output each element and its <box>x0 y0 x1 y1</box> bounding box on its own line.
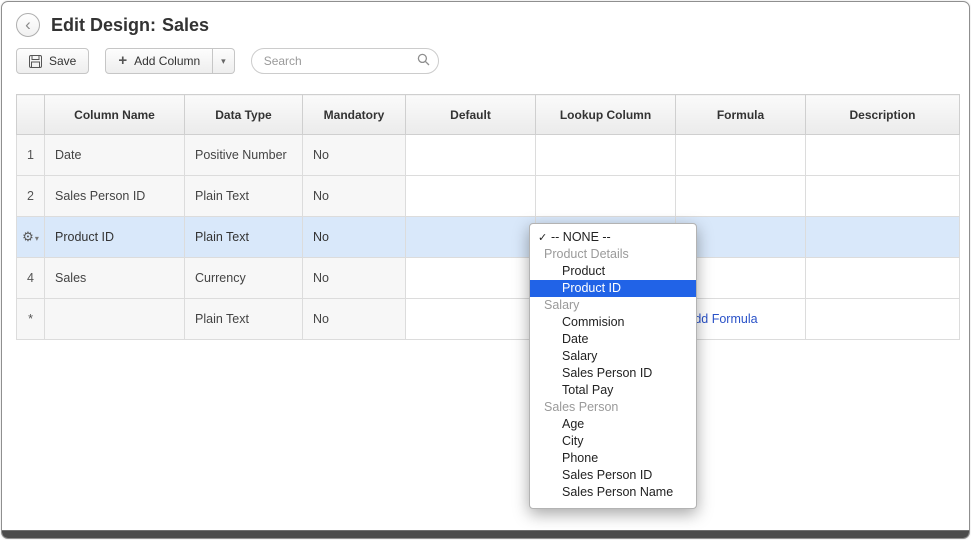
cell-default[interactable] <box>406 176 536 217</box>
search-input[interactable] <box>251 48 439 74</box>
chevron-down-icon: ▾ <box>221 56 226 67</box>
cell-description[interactable] <box>806 176 960 217</box>
page-title-form-name: Sales <box>162 15 209 35</box>
dropdown-item[interactable]: Date <box>530 331 696 348</box>
row-number: 1 <box>17 135 45 176</box>
column-header-mandatory: Mandatory <box>303 95 406 135</box>
save-button[interactable]: Save <box>16 48 89 74</box>
row-number: 4 <box>17 258 45 299</box>
dropdown-item-none[interactable]: ✓-- NONE -- <box>530 229 696 246</box>
gear-icon: ⚙ <box>22 229 34 244</box>
column-header-formula: Formula <box>676 95 806 135</box>
page-header: ‹ Edit Design: Sales <box>2 2 969 41</box>
page-title: Edit Design: Sales <box>51 15 209 36</box>
cell-data-type[interactable]: Plain Text <box>185 299 303 340</box>
cell-mandatory[interactable]: No <box>303 176 406 217</box>
search-box <box>251 48 439 74</box>
cell-formula[interactable] <box>676 176 806 217</box>
cell-description[interactable] <box>806 217 960 258</box>
dropdown-item[interactable]: Total Pay <box>530 382 696 399</box>
cell-data-type[interactable]: Plain Text <box>185 176 303 217</box>
column-header-rownum <box>17 95 45 135</box>
window-bottom-edge <box>2 530 969 538</box>
chevron-down-icon: ▾ <box>35 234 39 243</box>
save-icon <box>29 55 42 68</box>
dropdown-item[interactable]: City <box>530 433 696 450</box>
dropdown-item[interactable]: Sales Person ID <box>530 365 696 382</box>
app-window: ‹ Edit Design: Sales Save + Add Column ▾ <box>1 1 970 539</box>
column-header-name: Column Name <box>45 95 185 135</box>
add-column-menu-button[interactable]: ▾ <box>213 48 235 74</box>
cell-description[interactable] <box>806 135 960 176</box>
row-actions[interactable]: ⚙▾ <box>17 217 45 258</box>
cell-column-name[interactable]: Sales Person ID <box>45 176 185 217</box>
cell-default[interactable] <box>406 299 536 340</box>
dropdown-item[interactable]: Sales Person ID <box>530 467 696 484</box>
cell-default[interactable] <box>406 258 536 299</box>
back-button[interactable]: ‹ <box>16 13 40 37</box>
dropdown-item[interactable]: Age <box>530 416 696 433</box>
row-number: * <box>17 299 45 340</box>
dropdown-item-label: -- NONE -- <box>551 230 611 244</box>
cell-description[interactable] <box>806 258 960 299</box>
cell-mandatory[interactable]: No <box>303 217 406 258</box>
dropdown-item[interactable]: Product <box>530 263 696 280</box>
table-row: 4 Sales Currency No <box>17 258 960 299</box>
cell-lookup[interactable] <box>536 176 676 217</box>
check-icon: ✓ <box>538 230 551 247</box>
dropdown-item-selected[interactable]: Product ID <box>530 280 696 297</box>
column-header-description: Description <box>806 95 960 135</box>
table-row: 1 Date Positive Number No <box>17 135 960 176</box>
cell-column-name[interactable] <box>45 299 185 340</box>
cell-data-type[interactable]: Currency <box>185 258 303 299</box>
lookup-column-dropdown: ✓-- NONE -- Product Details Product Prod… <box>529 223 697 509</box>
page-title-prefix: Edit Design: <box>51 15 156 35</box>
cell-mandatory[interactable]: No <box>303 135 406 176</box>
dropdown-group-header: Sales Person <box>530 399 696 416</box>
cell-data-type[interactable]: Positive Number <box>185 135 303 176</box>
cell-default[interactable] <box>406 135 536 176</box>
row-number: 2 <box>17 176 45 217</box>
dropdown-group-header: Product Details <box>530 246 696 263</box>
dropdown-item[interactable]: Salary <box>530 348 696 365</box>
cell-formula[interactable] <box>676 135 806 176</box>
cell-mandatory[interactable]: No <box>303 258 406 299</box>
cell-data-type[interactable]: Plain Text <box>185 217 303 258</box>
table-header-row: Column Name Data Type Mandatory Default … <box>17 95 960 135</box>
table-row-selected: ⚙▾ Product ID Plain Text No <box>17 217 960 258</box>
cell-lookup[interactable] <box>536 135 676 176</box>
dropdown-group-header: Salary <box>530 297 696 314</box>
column-header-default: Default <box>406 95 536 135</box>
toolbar: Save + Add Column ▾ <box>2 41 969 84</box>
plus-icon: + <box>118 56 127 66</box>
cell-default[interactable] <box>406 217 536 258</box>
cell-mandatory[interactable]: No <box>303 299 406 340</box>
column-header-lookup: Lookup Column <box>536 95 676 135</box>
design-table: Column Name Data Type Mandatory Default … <box>16 94 960 340</box>
table-row-new: * Plain Text No Add Formula <box>17 299 960 340</box>
cell-column-name[interactable]: Product ID <box>45 217 185 258</box>
cell-column-name[interactable]: Date <box>45 135 185 176</box>
dropdown-item[interactable]: Phone <box>530 450 696 467</box>
add-column-button[interactable]: + Add Column <box>105 48 213 74</box>
column-header-datatype: Data Type <box>185 95 303 135</box>
add-column-button-label: Add Column <box>134 54 200 68</box>
add-column-split-button: + Add Column ▾ <box>105 48 234 74</box>
table-row: 2 Sales Person ID Plain Text No <box>17 176 960 217</box>
search-icon <box>417 53 430 66</box>
cell-description[interactable] <box>806 299 960 340</box>
save-button-label: Save <box>49 54 76 68</box>
dropdown-item[interactable]: Sales Person Name <box>530 484 696 501</box>
back-chevron-icon: ‹ <box>25 16 31 33</box>
cell-column-name[interactable]: Sales <box>45 258 185 299</box>
dropdown-item[interactable]: Commision <box>530 314 696 331</box>
